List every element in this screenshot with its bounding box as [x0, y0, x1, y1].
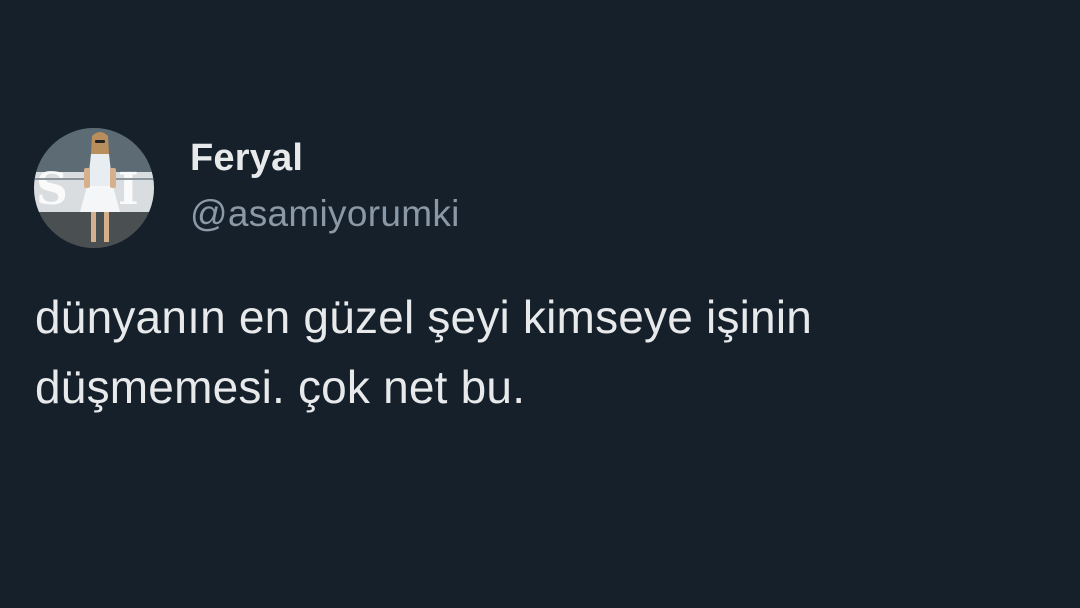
svg-text:I: I — [118, 164, 139, 215]
tweet-author: Feryal @asamiyorumki — [190, 136, 460, 236]
svg-text:S: S — [36, 164, 68, 215]
tweet-text-line: düşmemesi. çok net bu. — [35, 361, 526, 413]
profile-photo-icon: S I — [34, 128, 154, 248]
author-display-name[interactable]: Feryal — [190, 136, 460, 180]
author-handle[interactable]: @asamiyorumki — [190, 192, 460, 236]
avatar[interactable]: S I — [34, 128, 154, 248]
tweet-text-line: dünyanın en güzel şeyi kimseye işinin — [35, 291, 813, 343]
tweet-text: dünyanın en güzel şeyi kimseye işinin dü… — [35, 282, 1035, 422]
tweet-card: S I Feryal @asamiyorumki dünyanın en güz… — [0, 0, 1080, 608]
